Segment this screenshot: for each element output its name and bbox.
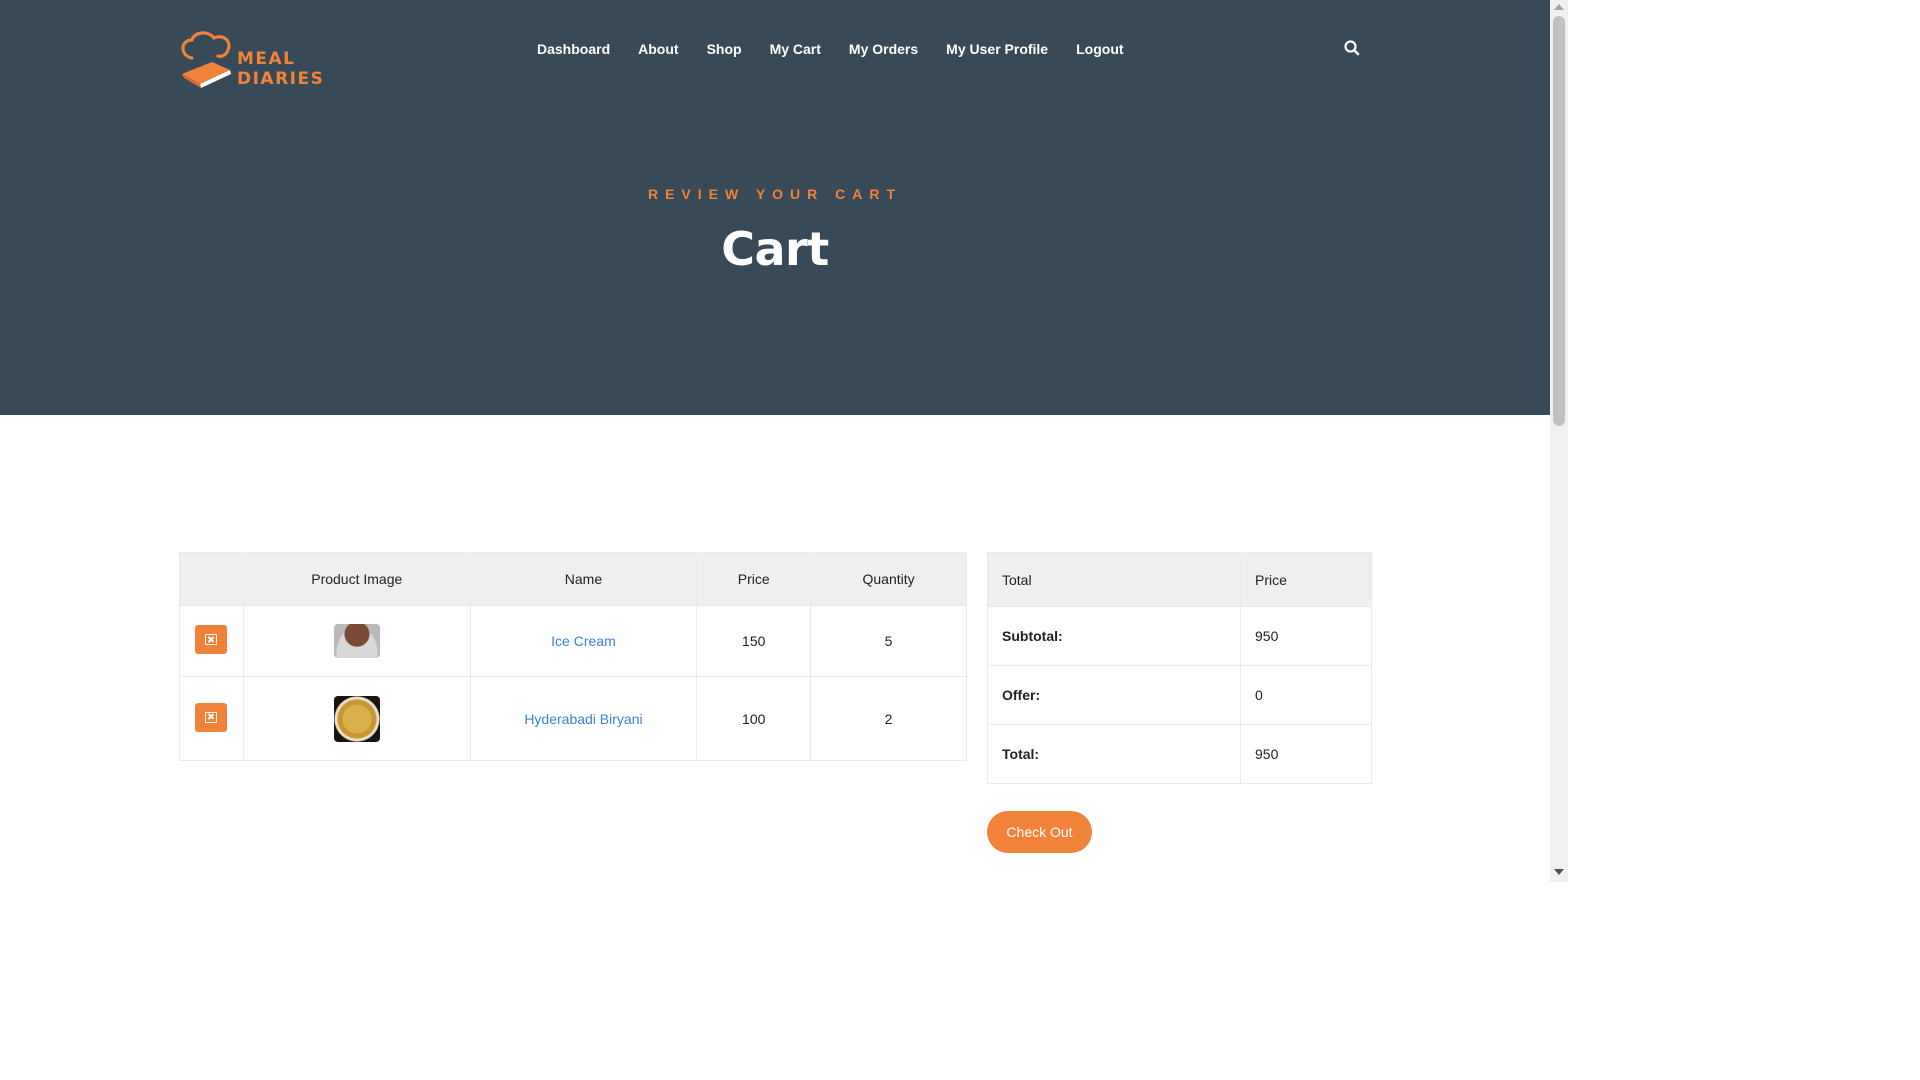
hero-eyebrow: REVIEW YOUR CART [647,186,903,202]
product-name-cell: Hyderabadi Biryani [469,676,698,761]
product-name-cell: Ice Cream [469,605,698,677]
nav-my-user-profile[interactable]: My User Profile [946,38,1048,60]
search-icon [1344,40,1360,56]
chef-hat-book-icon [181,31,231,88]
main-nav: Dashboard About Shop My Cart My Orders M… [537,38,1152,60]
page-title: Cart [721,222,829,276]
totals-row-total: Total: 950 [987,724,1372,784]
table-row: Ice Cream 150 5 [179,605,967,677]
close-icon [205,634,218,645]
brand-line2: DIARIES [237,69,325,89]
nav-about[interactable]: About [638,38,678,60]
nav-my-orders[interactable]: My Orders [849,38,918,60]
page: MEAL DIARIES Dashboard About Shop My Car… [0,0,1550,882]
brand-line1: MEAL [237,49,296,69]
nav-dashboard[interactable]: Dashboard [537,38,610,60]
quantity-cell: 5 [810,605,967,677]
remove-cell [179,605,244,677]
biryani-thumbnail[interactable] [333,695,380,742]
total-value: 950 [1240,724,1372,784]
remove-item-button[interactable] [195,702,228,732]
header-remove [179,552,244,606]
subtotal-value: 950 [1240,606,1372,666]
search-button[interactable] [1343,39,1361,57]
total-label: Total: [987,724,1241,784]
price-cell: 150 [696,605,812,677]
remove-cell [179,676,244,761]
brand-logo[interactable]: MEAL DIARIES [178,30,323,92]
totals-header-row: Total Price [987,552,1372,607]
close-icon [205,711,218,723]
remove-item-button[interactable] [195,625,228,654]
scroll-down-arrow-icon[interactable] [1554,869,1564,875]
cart-header-row: Product Image Name Price Quantity [179,552,967,606]
header-quantity: Quantity [810,552,967,606]
header-total: Total [987,552,1241,607]
header-product-image: Product Image [242,552,471,606]
header-price: Price [696,552,812,606]
offer-label: Offer: [987,665,1241,725]
checkout-button[interactable]: Check Out [987,811,1092,853]
header-total-price: Price [1240,552,1372,607]
subtotal-label: Subtotal: [987,606,1241,666]
product-image-cell [242,605,471,677]
offer-value: 0 [1240,665,1372,725]
price-cell: 100 [696,676,812,761]
quantity-cell: 2 [810,676,967,761]
page-scrollbar[interactable] [1550,0,1568,882]
totals-row-offer: Offer: 0 [987,665,1372,725]
product-link[interactable]: Hyderabadi Biryani [524,711,642,727]
product-link[interactable]: Ice Cream [551,633,616,649]
cart-table: Product Image Name Price Quantity Ice Cr… [179,552,967,761]
cart-totals-table: Total Price Subtotal: 950 Offer: 0 Total… [987,552,1372,784]
totals-row-subtotal: Subtotal: 950 [987,606,1372,666]
brand-name: MEAL DIARIES [237,49,324,89]
product-image-cell [242,676,471,761]
scrollbar-thumb[interactable] [1553,16,1565,426]
ice-cream-thumbnail[interactable] [333,624,380,658]
hero-header: MEAL DIARIES Dashboard About Shop My Car… [0,0,1550,415]
nav-my-cart[interactable]: My Cart [770,38,821,60]
nav-logout[interactable]: Logout [1076,38,1123,60]
header-name: Name [469,552,698,606]
nav-shop[interactable]: Shop [707,38,742,60]
table-row: Hyderabadi Biryani 100 2 [179,676,967,761]
scroll-up-arrow-icon[interactable] [1554,4,1564,10]
